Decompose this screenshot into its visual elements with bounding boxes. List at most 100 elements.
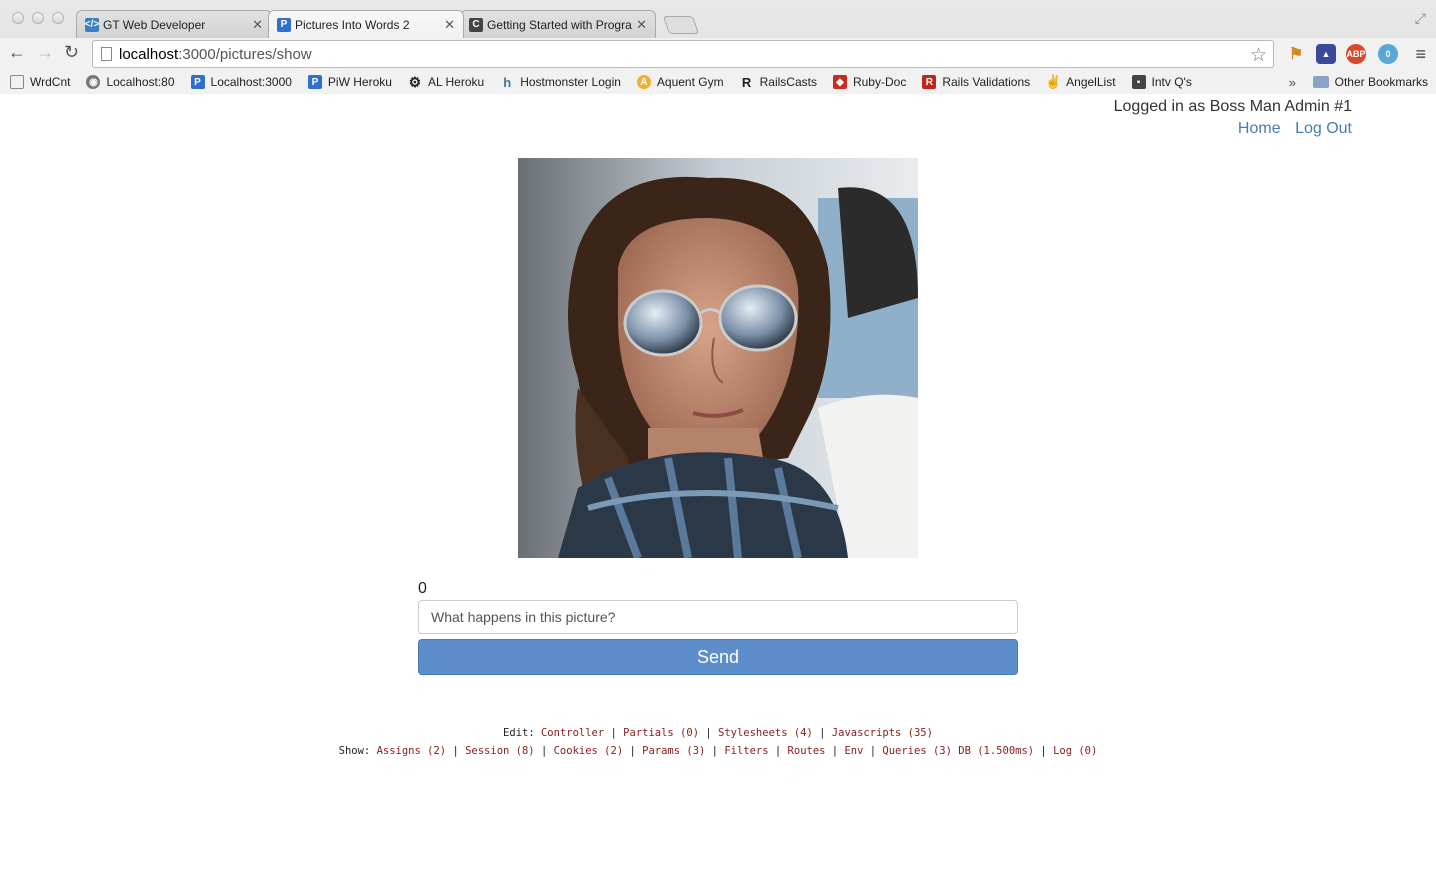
bookmark-label: AL Heroku (427, 75, 485, 89)
close-window-button[interactable] (12, 12, 24, 24)
close-tab-icon[interactable]: ✕ (444, 17, 455, 33)
logged-in-status: Logged in as Boss Man Admin #1 (1113, 98, 1352, 115)
address-bar[interactable]: localhost:3000/pictures/show ☆ (92, 40, 1274, 68)
tab-title: GT Web Developer (103, 17, 206, 32)
edit-partials-link[interactable]: Partials (0) (623, 727, 699, 739)
show-queries-link[interactable]: Queries (3) DB (1.500ms) (882, 745, 1034, 757)
portrait-photo (518, 158, 918, 558)
edit-controller-link[interactable]: Controller (541, 727, 604, 739)
folder-icon (1312, 76, 1329, 88)
bookmark-star-icon[interactable]: ☆ (1250, 44, 1267, 67)
forward-icon[interactable]: → (36, 42, 54, 63)
bookmark-label: Localhost:80 (106, 75, 175, 89)
send-button[interactable]: Send (418, 639, 1018, 675)
home-link[interactable]: Home (1238, 120, 1281, 137)
globe-icon: ◉ (86, 75, 101, 89)
show-filters-link[interactable]: Filters (724, 745, 768, 757)
back-icon[interactable]: ← (8, 42, 26, 63)
show-assigns-link[interactable]: Assigns (2) (377, 745, 447, 757)
r-logo-icon: R (741, 74, 752, 90)
bookmark-label: WrdCnt (30, 75, 71, 89)
word-counter: 0 (418, 580, 427, 597)
user-links: Home Log Out (1114, 120, 1352, 138)
zoom-window-button[interactable] (52, 12, 64, 24)
tab-strip: </> GT Web Developer ✕ P Pictures Into W… (76, 10, 700, 38)
p-logo-icon: P (307, 75, 322, 89)
peace-icon: ✌ (1045, 74, 1062, 89)
edit-label: Edit: (503, 727, 535, 739)
close-tab-icon[interactable]: ✕ (636, 17, 647, 33)
reload-icon[interactable]: ↻ (64, 42, 79, 63)
bookmark-hostmonster[interactable]: h Hostmonster Login (500, 74, 621, 90)
page-icon (101, 47, 112, 61)
gear-icon: ⚙ (408, 73, 422, 90)
logout-link[interactable]: Log Out (1295, 120, 1352, 137)
rails-footnotes: Edit: Controller | Partials (0) | Styles… (0, 724, 1436, 760)
page-icon (10, 75, 24, 89)
user-bar: Logged in as Boss Man Admin #1 Home Log … (1114, 98, 1352, 138)
tab-pictures-into-words[interactable]: P Pictures Into Words 2 ✕ (268, 10, 464, 38)
bookmark-rails-validations[interactable]: R Rails Validations (922, 75, 1030, 89)
bookmark-label: Ruby-Doc (852, 75, 907, 89)
edit-stylesheets-link[interactable]: Stylesheets (4) (718, 727, 813, 739)
bookmark-localhost-80[interactable]: ◉ Localhost:80 (86, 75, 175, 89)
new-tab-button[interactable] (662, 16, 700, 34)
bookmark-label: Aquent Gym (656, 75, 724, 89)
bookmark-label: PiW Heroku (327, 75, 392, 89)
window-controls (12, 12, 64, 24)
bookmark-intv-qs[interactable]: ▪ Intv Q's (1131, 75, 1192, 89)
bookmark-aquent-gym[interactable]: A Aquent Gym (636, 75, 724, 89)
tab-title: Getting Started with Progra (487, 17, 632, 32)
url-host: localhost (119, 45, 179, 63)
tab-gt-web-developer[interactable]: </> GT Web Developer ✕ (76, 10, 272, 38)
bookmark-label: AngelList (1066, 75, 1116, 89)
p-logo-icon: P (277, 17, 291, 32)
other-bookmarks-label: Other Bookmarks (1334, 75, 1428, 89)
picture (518, 158, 918, 558)
bookmark-label: RailsCasts (759, 75, 817, 89)
bookmark-ruby-doc[interactable]: ◆ Ruby-Doc (832, 75, 907, 89)
show-log-link[interactable]: Log (0) (1053, 745, 1097, 757)
bookmark-localhost-3000[interactable]: P Localhost:3000 (190, 75, 292, 89)
bookmark-label: Rails Validations (942, 75, 1031, 89)
p-logo-icon: P (190, 75, 205, 89)
show-params-link[interactable]: Params (3) (642, 745, 705, 757)
bookmark-label: Localhost:3000 (210, 75, 292, 89)
close-tab-icon[interactable]: ✕ (252, 17, 263, 33)
pin-extension-icon[interactable]: ⚑ (1286, 44, 1306, 64)
extension-icon[interactable]: ▲ (1316, 44, 1336, 64)
ghostery-icon[interactable]: 0 (1378, 44, 1398, 64)
ruby-icon: ◆ (832, 75, 847, 89)
bookmark-al-heroku[interactable]: ⚙ AL Heroku (408, 73, 485, 90)
show-routes-link[interactable]: Routes (788, 745, 826, 757)
fullscreen-icon[interactable]: ⤢ (1415, 10, 1426, 27)
show-cookies-link[interactable]: Cookies (2) (554, 745, 624, 757)
adblock-icon[interactable]: ABP (1346, 44, 1366, 64)
menu-icon[interactable]: ≡ (1415, 44, 1426, 65)
bookmark-railscasts[interactable]: R RailsCasts (740, 74, 817, 90)
a-logo-icon: A (636, 75, 651, 89)
other-bookmarks-folder[interactable]: Other Bookmarks (1312, 75, 1428, 89)
c-logo-icon: C (469, 17, 483, 32)
h-logo-icon: h (503, 74, 512, 90)
bookmark-piw-heroku[interactable]: P PiW Heroku (307, 75, 392, 89)
url-path: :3000/pictures/show (178, 45, 312, 63)
show-row: Show: Assigns (2) | Session (8) | Cookie… (338, 745, 1098, 757)
tab-getting-started[interactable]: C Getting Started with Progra ✕ (460, 10, 656, 38)
code-icon: </> (84, 17, 100, 32)
bookmarks-overflow-button[interactable]: » (1289, 75, 1296, 90)
bookmark-label: Intv Q's (1151, 75, 1192, 89)
show-label: Show: (338, 745, 371, 757)
bookmarks-bar: WrdCnt ◉ Localhost:80 P Localhost:3000 P Pi… (0, 70, 1436, 94)
edit-javascripts-link[interactable]: Javascripts (35) (832, 727, 933, 739)
show-env-link[interactable]: Env (844, 745, 863, 757)
minimize-window-button[interactable] (32, 12, 44, 24)
bookmark-wrdcnt[interactable]: WrdCnt (10, 75, 70, 89)
show-session-link[interactable]: Session (8) (465, 745, 535, 757)
bookmark-angellist[interactable]: ✌ AngelList (1045, 74, 1116, 89)
edit-row: Edit: Controller | Partials (0) | Styles… (503, 727, 933, 739)
bookmark-label: Hostmonster Login (520, 75, 621, 89)
rails-icon: R (922, 75, 937, 89)
description-input[interactable] (418, 600, 1018, 634)
image-icon: ▪ (1131, 75, 1146, 89)
